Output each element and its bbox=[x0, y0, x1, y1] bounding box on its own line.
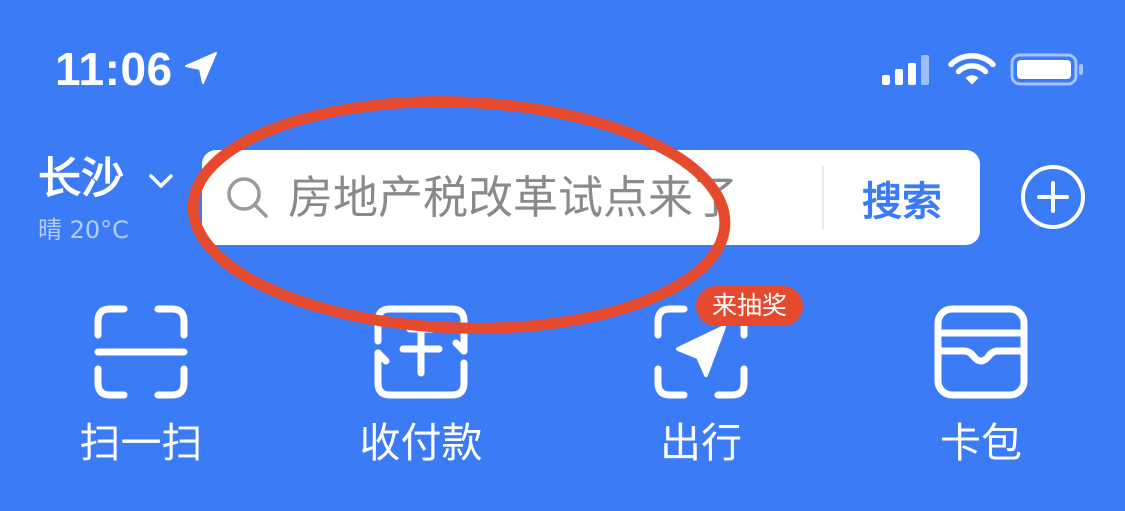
plus-circle-icon[interactable] bbox=[1020, 164, 1086, 230]
action-travel[interactable]: 来抽奖 出行 bbox=[561, 286, 841, 475]
promo-badge: 来抽奖 bbox=[696, 286, 804, 326]
search-icon bbox=[227, 177, 268, 218]
action-pay-receive[interactable]: 收付款 bbox=[281, 305, 561, 475]
scan-icon bbox=[94, 305, 188, 399]
location-arrow-icon bbox=[185, 52, 217, 84]
action-label: 出行 bbox=[660, 419, 742, 467]
chevron-down-icon bbox=[149, 174, 173, 188]
action-label: 收付款 bbox=[359, 419, 483, 467]
weather-info: 晴 20°C bbox=[38, 216, 129, 244]
search-bar[interactable]: 搜索 bbox=[202, 150, 980, 245]
quick-actions: 扫一扫 收付款 来抽奖 出行 卡包 bbox=[1, 286, 1121, 475]
wifi-icon bbox=[948, 53, 996, 85]
action-card-wallet[interactable]: 卡包 bbox=[841, 305, 1121, 475]
card-wallet-icon bbox=[934, 305, 1028, 399]
battery-icon bbox=[1010, 53, 1083, 86]
action-scan[interactable]: 扫一扫 bbox=[1, 305, 281, 475]
city-name: 长沙 bbox=[38, 154, 124, 204]
city-selector[interactable]: 长沙 bbox=[38, 155, 188, 205]
action-label: 卡包 bbox=[940, 419, 1022, 467]
status-time: 11:06 bbox=[55, 43, 173, 95]
action-icon-wrap: 来抽奖 bbox=[654, 286, 804, 399]
action-icon-wrap bbox=[94, 305, 188, 399]
search-button[interactable]: 搜索 bbox=[824, 150, 980, 245]
action-icon-wrap bbox=[374, 305, 468, 399]
pay-receive-icon bbox=[374, 305, 468, 399]
action-label: 扫一扫 bbox=[79, 419, 203, 467]
status-bar: 11:06 bbox=[0, 0, 1125, 110]
search-input[interactable] bbox=[288, 150, 820, 245]
signal-icon bbox=[882, 55, 929, 85]
action-icon-wrap bbox=[934, 305, 1028, 399]
